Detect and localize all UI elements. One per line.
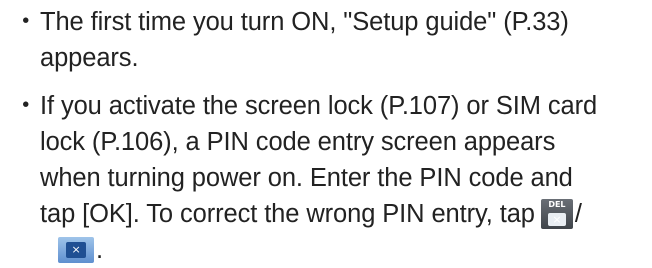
clear-key-x: × (66, 242, 86, 258)
delete-key-x: × (547, 213, 566, 226)
note-text-fragment: tap [OK]. To correct the wrong PIN entry… (40, 200, 535, 228)
sentence-period: . (96, 236, 103, 264)
note-text-line: appears. (40, 44, 139, 72)
note-item-setup-guide: ・ The first time you turn ON, "Setup gui… (0, 4, 652, 76)
delete-key-x-glyph: × (552, 213, 562, 226)
note-text-line: The first time you turn ON, "Setup guide… (40, 8, 569, 36)
note-item-pin-code: ・ If you activate the screen lock (P.107… (0, 88, 652, 268)
note-text-line: If you activate the screen lock (P.107) … (40, 92, 598, 120)
bullet-marker: ・ (13, 92, 39, 120)
note-text-line: when turning power on. Enter the PIN cod… (40, 164, 573, 192)
delete-key-label: DEL (548, 200, 566, 209)
separator-slash: / (574, 200, 582, 228)
note-text-line: lock (P.106), a PIN code entry screen ap… (40, 128, 556, 156)
note-list: ・ The first time you turn ON, "Setup gui… (0, 4, 652, 268)
delete-key-icon: DEL × (540, 199, 573, 229)
clear-key-x-glyph: × (71, 243, 81, 256)
clear-key-icon: × (58, 237, 94, 263)
manual-page: ・ The first time you turn ON, "Setup gui… (0, 0, 652, 264)
note-text-line: ×. (40, 232, 652, 268)
bullet-marker: ・ (13, 8, 39, 36)
note-text-line: tap [OK]. To correct the wrong PIN entry… (40, 196, 652, 232)
